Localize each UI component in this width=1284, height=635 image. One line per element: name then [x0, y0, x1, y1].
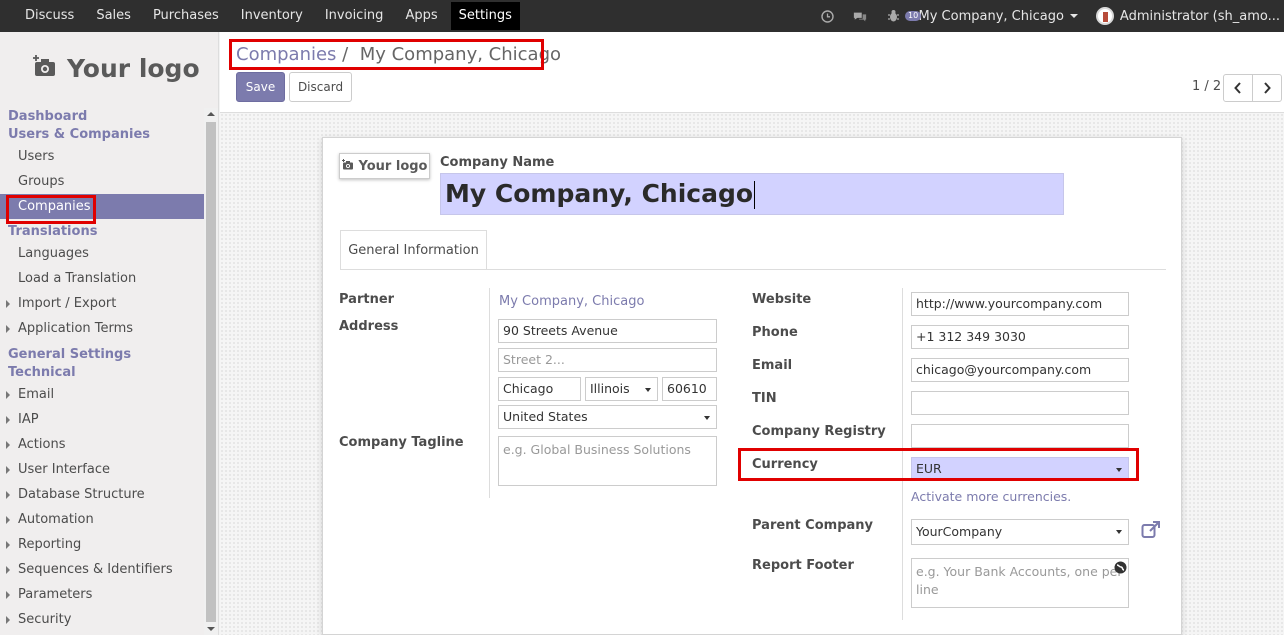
highlight-breadcrumb: [229, 39, 544, 70]
sidebar-item-parameters[interactable]: Parameters: [0, 582, 204, 607]
sidebar-item-security[interactable]: Security: [0, 607, 204, 632]
partner-link[interactable]: My Company, Chicago: [499, 294, 644, 309]
avatar: [1095, 7, 1114, 25]
left-column-divider: [489, 288, 490, 498]
city-input[interactable]: Chicago: [498, 377, 581, 401]
external-link-icon[interactable]: [1141, 521, 1161, 543]
logo-text: Your logo: [67, 54, 200, 83]
sidebar-menu: Dashboard Users & Companies Users Groups Com…: [0, 108, 204, 632]
sidebar-logo: Your logo: [33, 54, 200, 83]
tab-divider: [340, 269, 1166, 270]
sidebar-item-languages[interactable]: Languages: [0, 241, 204, 266]
user-name: Administrator (sh_amo...: [1119, 8, 1280, 24]
sidebar-item-database-structure[interactable]: Database Structure: [0, 482, 204, 507]
chevron-right-icon: [1264, 82, 1271, 94]
company-switcher[interactable]: My Company, Chicago: [919, 9, 1078, 24]
logo-text: Your logo: [358, 158, 428, 174]
sidebar-section-general-settings[interactable]: General Settings: [0, 346, 204, 364]
website-input[interactable]: http://www.yourcompany.com: [911, 292, 1129, 316]
sidebar-item-users[interactable]: Users: [0, 144, 204, 169]
sidebar-item-groups[interactable]: Groups: [0, 169, 204, 194]
tagline-input[interactable]: e.g. Global Business Solutions: [498, 436, 717, 486]
top-menu-discuss[interactable]: Discuss: [14, 0, 85, 32]
sidebar-item-reporting[interactable]: Reporting: [0, 532, 204, 557]
scroll-down-icon[interactable]: [207, 627, 215, 631]
parent-company-label: Parent Company: [752, 518, 873, 533]
highlight-currency-field: [738, 448, 1139, 481]
sidebar-item-email[interactable]: Email: [0, 382, 204, 407]
app-menu: Discuss Sales Purchases Inventory Invoicing A…: [0, 0, 520, 32]
chat-badge: 10: [905, 11, 922, 21]
text-cursor: [754, 181, 756, 209]
form-sheet: Your logo Company Name My Company, Chica…: [322, 137, 1182, 635]
discard-button[interactable]: Discard: [289, 72, 352, 102]
user-menu[interactable]: Administrator (sh_amo...: [1095, 7, 1280, 25]
phone-label: Phone: [752, 325, 798, 340]
camera-icon: [341, 158, 354, 174]
zip-input[interactable]: 60610: [662, 377, 717, 401]
sidebar-item-import-export[interactable]: Import / Export: [0, 291, 204, 316]
address-label: Address: [339, 319, 399, 334]
chat-icon[interactable]: [853, 9, 867, 23]
sidebar-scrollbar[interactable]: [204, 108, 218, 635]
parent-company-select[interactable]: YourCompany: [911, 519, 1129, 545]
sidebar-item-user-interface[interactable]: User Interface: [0, 457, 204, 482]
company-name-label: Company Name: [440, 155, 555, 170]
email-input[interactable]: chicago@yourcompany.com: [911, 358, 1129, 382]
chevron-left-icon: [1234, 82, 1241, 94]
tab-general-information[interactable]: General Information: [340, 230, 487, 270]
top-menu-apps[interactable]: Apps: [394, 0, 448, 32]
sidebar-item-application-terms[interactable]: Application Terms: [0, 316, 204, 341]
report-footer-input[interactable]: e.g. Your Bank Accounts, one per line: [911, 558, 1129, 608]
street-input[interactable]: 90 Streets Avenue: [498, 319, 717, 343]
street2-input[interactable]: Street 2...: [498, 348, 717, 372]
bug-icon[interactable]: [887, 9, 901, 23]
sidebar-section-dashboard[interactable]: Dashboard: [0, 108, 204, 126]
sidebar-section-translations[interactable]: Translations: [0, 223, 204, 241]
highlight-companies-menu: [6, 195, 96, 224]
state-select[interactable]: Illinois: [585, 377, 658, 401]
country-select[interactable]: United States: [498, 405, 717, 429]
company-name-value: My Company, Chicago: [445, 179, 754, 208]
scroll-thumb[interactable]: [206, 122, 216, 622]
sidebar-section-technical[interactable]: Technical: [0, 364, 204, 382]
globe-icon[interactable]: [1114, 561, 1127, 578]
sidebar-item-actions[interactable]: Actions: [0, 432, 204, 457]
tin-label: TIN: [752, 391, 777, 406]
top-menu-sales[interactable]: Sales: [85, 0, 142, 32]
email-label: Email: [752, 358, 793, 373]
top-menu-invoicing[interactable]: Invoicing: [314, 0, 395, 32]
sidebar-item-automation[interactable]: Automation: [0, 507, 204, 532]
pager-previous-button[interactable]: [1223, 74, 1253, 102]
sidebar-item-iap[interactable]: IAP: [0, 407, 204, 432]
clock-icon[interactable]: [821, 9, 835, 23]
partner-label: Partner: [339, 292, 395, 307]
sidebar-item-load-a-translation[interactable]: Load a Translation: [0, 266, 204, 291]
tagline-label: Company Tagline: [339, 435, 464, 450]
sidebar: Your logo Dashboard Users & Companies User…: [0, 32, 219, 635]
top-menu-settings[interactable]: Settings: [450, 2, 520, 30]
systray: My Company, Chicago Administrator (sh_am…: [821, 0, 1284, 32]
tin-input[interactable]: [911, 391, 1129, 415]
sidebar-section-users-companies[interactable]: Users & Companies: [0, 126, 204, 144]
website-label: Website: [752, 292, 812, 307]
top-navbar: Discuss Sales Purchases Inventory Invoicing A…: [0, 0, 1284, 32]
pager-next-button[interactable]: [1252, 74, 1282, 102]
company-registry-label: Company Registry: [752, 424, 886, 439]
sidebar-item-sequences-identifiers[interactable]: Sequences & Identifiers: [0, 557, 204, 582]
phone-input[interactable]: +1 312 349 3030: [911, 325, 1129, 349]
scroll-up-icon[interactable]: [207, 112, 215, 116]
save-button[interactable]: Save: [236, 72, 285, 102]
chevron-down-icon: [1069, 14, 1078, 18]
pager-value[interactable]: 1 / 2: [1192, 79, 1221, 94]
company-registry-input[interactable]: [911, 424, 1129, 448]
company-switcher-label: My Company, Chicago: [918, 8, 1064, 24]
top-menu-purchases[interactable]: Purchases: [142, 0, 230, 32]
company-name-input[interactable]: My Company, Chicago: [440, 173, 1064, 215]
activate-currencies-link[interactable]: Activate more currencies.: [911, 489, 1071, 504]
report-footer-label: Report Footer: [752, 558, 854, 573]
top-menu-inventory[interactable]: Inventory: [230, 0, 314, 32]
company-logo-field[interactable]: Your logo: [339, 153, 430, 179]
camera-icon: [33, 54, 57, 83]
